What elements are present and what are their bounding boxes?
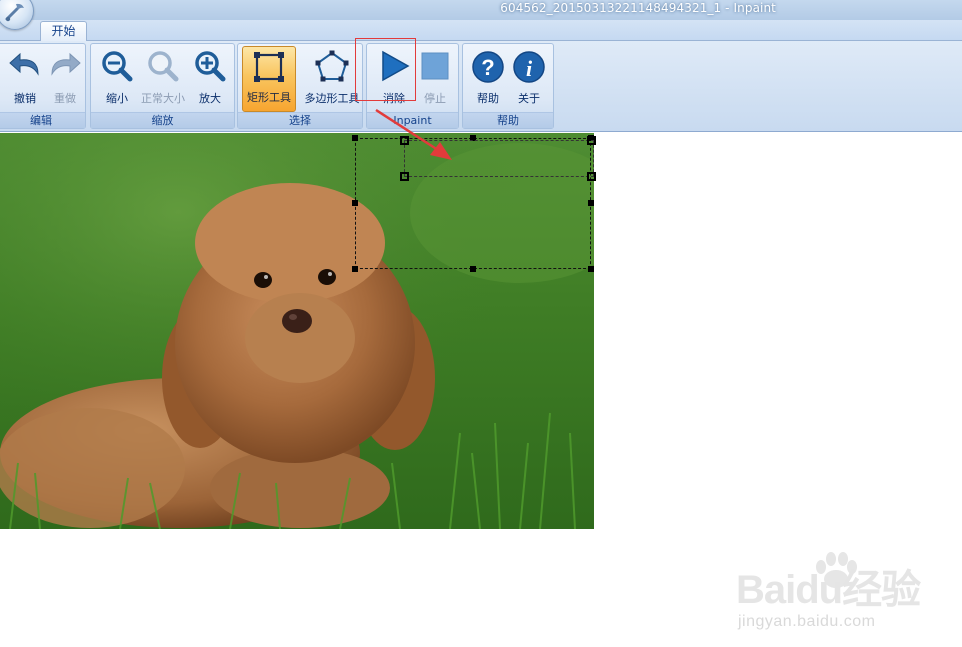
rectangle-tool-icon	[254, 52, 284, 82]
redo-icon	[51, 52, 81, 76]
selection-handle[interactable]	[588, 200, 594, 206]
polygon-tool-label: 多边形工具	[304, 92, 360, 105]
watermark-brand: Baidu经验	[736, 568, 921, 612]
annotation-arrow-icon	[375, 108, 452, 160]
rectangle-tool-button[interactable]: 矩形工具	[242, 46, 296, 112]
polygon-tool-button[interactable]: 多边形工具	[305, 48, 360, 110]
tab-strip: 开始	[0, 20, 962, 42]
active-selection-handle[interactable]	[400, 172, 409, 181]
watermark-url: jingyan.baidu.com	[738, 613, 876, 630]
redo-label: 重做	[54, 92, 76, 105]
active-selection-handle[interactable]	[587, 172, 596, 181]
about-label: 关于	[518, 92, 540, 105]
ribbon-group-help: ? 帮助 i 关于 帮助	[462, 43, 554, 129]
svg-text:i: i	[526, 56, 533, 81]
zoom-out-icon	[102, 51, 133, 82]
zoom-in-label: 放大	[199, 92, 221, 105]
group-label-select: 选择	[238, 112, 362, 128]
app-logo-icon	[5, 3, 24, 22]
redo-button[interactable]: 重做	[41, 48, 89, 110]
ribbon-group-zoom: 缩小 正常大小 放大 缩放	[90, 43, 235, 129]
image-canvas[interactable]: Baidu经验 jingyan.baidu.com	[0, 133, 962, 630]
info-icon: i	[513, 51, 545, 83]
group-label-edit: 编辑	[0, 112, 85, 128]
selection-handle[interactable]	[352, 200, 358, 206]
window-title: 604562_20150313221148494321_1 - Inpaint	[500, 1, 776, 15]
tab-start[interactable]: 开始	[40, 21, 87, 42]
svg-text:?: ?	[481, 55, 494, 80]
about-button[interactable]: i 关于	[505, 48, 553, 110]
undo-icon	[9, 52, 39, 76]
stop-icon	[421, 52, 449, 80]
selection-handle[interactable]	[470, 266, 476, 272]
baidu-watermark: Baidu经验 jingyan.baidu.com	[736, 552, 956, 647]
ribbon: 撤销 重做 编辑 缩小 正常大小 放大 缩放 矩形工具 多边形工具 选择 消除 …	[0, 41, 962, 132]
rectangle-tool-label: 矩形工具	[247, 91, 291, 104]
selection-handle[interactable]	[352, 266, 358, 272]
ribbon-group-select: 矩形工具 多边形工具 选择	[237, 43, 363, 129]
selection-handle[interactable]	[588, 266, 594, 272]
polygon-tool-icon	[315, 50, 349, 82]
zoom-in-icon	[195, 51, 226, 82]
annotation-highlight-box	[355, 38, 416, 101]
title-bar: 604562_20150313221148494321_1 - Inpaint	[0, 0, 962, 20]
zoom-normal-icon	[148, 51, 179, 82]
selection-handle[interactable]	[352, 135, 358, 141]
group-label-help: 帮助	[463, 112, 553, 128]
active-selection-handle[interactable]	[587, 136, 596, 145]
group-label-zoom: 缩放	[91, 112, 234, 128]
ribbon-group-edit: 撤销 重做 编辑	[0, 43, 86, 129]
help-icon: ?	[472, 51, 504, 83]
zoom-in-button[interactable]: 放大	[186, 48, 234, 110]
